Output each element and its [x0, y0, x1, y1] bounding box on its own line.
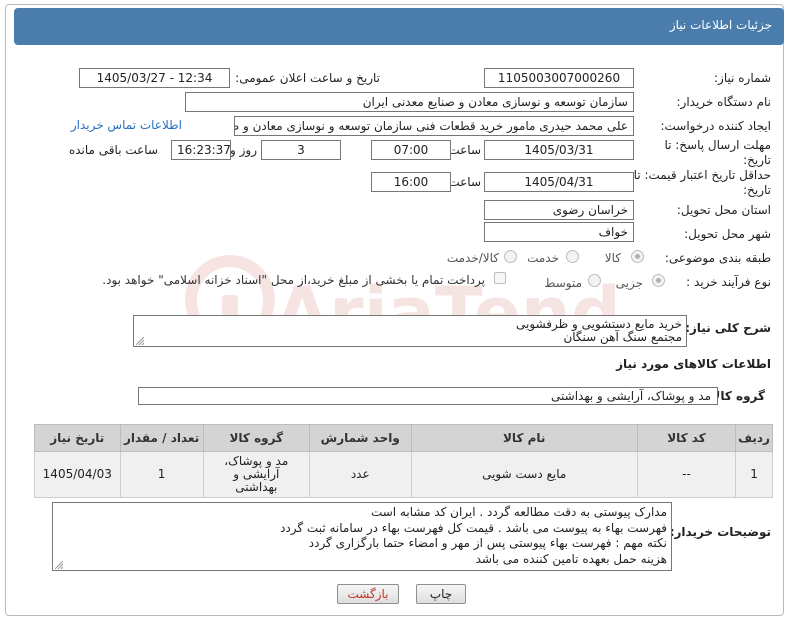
- buyer-note-line-3: نکته مهم : فهرست بهاء پیوستی پس از مهر و…: [308, 536, 667, 550]
- cell-qty: 1: [119, 451, 204, 498]
- need-number-field: 1105003007000260: [484, 68, 634, 88]
- process-medium-label: متوسط: [544, 276, 582, 290]
- page-title: جزئیات اطلاعات نیاز: [669, 18, 772, 32]
- back-button[interactable]: بازگشت: [337, 584, 399, 604]
- cell-name: مایع دست شویی: [410, 451, 638, 498]
- purchase-process-label: نوع فرآیند خرید :: [686, 275, 771, 289]
- reply-deadline-days: 3: [261, 140, 341, 160]
- buyer-notes-textarea[interactable]: مدارک پیوستی به دقت مطالعه گردد . ایران …: [52, 502, 672, 571]
- buyer-org-label: نام دستگاه خریدار:: [676, 95, 772, 109]
- remaining-time-label: ساعت باقی مانده: [68, 143, 158, 157]
- process-minor-label: جزیی: [615, 276, 643, 290]
- cell-code: --: [636, 451, 737, 498]
- cell-group: مد و پوشاک، آرایشی و بهداشتی: [202, 451, 310, 498]
- remaining-time-field: 16:23:37: [171, 140, 231, 160]
- buyer-org-field: سازمان توسعه و نوسازی معادن و صنایع معدن…: [185, 92, 634, 112]
- delivery-city-label: شهر محل تحویل:: [684, 227, 771, 241]
- requester-label: ایجاد کننده درخواست:: [660, 119, 771, 133]
- category-goods-service-label: کالا/خدمت: [446, 251, 499, 265]
- days-label: روز و: [230, 143, 257, 157]
- page-header: جزئیات اطلاعات نیاز: [14, 8, 784, 45]
- price-validity-label: حداقل تاریخ اعتبار قیمت: تا تاریخ:: [633, 168, 771, 197]
- price-validity-time-label: ساعت: [448, 175, 481, 189]
- cell-unit: عدد: [308, 451, 412, 498]
- col-header-name: نام کالا: [410, 424, 638, 452]
- goods-info-title: اطلاعات کالاهای مورد نیاز: [616, 357, 771, 371]
- cell-date: 1405/04/03: [34, 451, 121, 498]
- category-goods-radio[interactable]: [631, 250, 644, 263]
- buyer-note-line-4: هزینه حمل بعهده تامین کننده می باشد: [475, 551, 667, 566]
- reply-deadline-label: مهلت ارسال پاسخ: تا تاریخ:: [664, 138, 771, 167]
- col-header-unit: واحد شمارش: [308, 424, 412, 452]
- col-header-index: ردیف: [735, 424, 773, 452]
- print-button[interactable]: چاپ: [416, 584, 466, 604]
- table-row[interactable]: 1 -- مایع دست شویی عدد مد و پوشاک، آرایش…: [34, 451, 773, 498]
- goods-group-field: مد و پوشاک، آرایشی و بهداشتی: [138, 387, 718, 405]
- delivery-province-field: خراسان رضوی: [484, 200, 634, 220]
- cell-index: 1: [735, 451, 773, 498]
- goods-table: ردیف کد کالا نام کالا واحد شمارش گروه کا…: [34, 424, 773, 498]
- treasury-payment-checkbox[interactable]: [494, 272, 506, 284]
- reply-deadline-time-label: ساعت: [448, 143, 481, 157]
- buyer-note-line-2: فهرست بهاء به پیوست می باشد . قیمت کل فه…: [280, 520, 667, 535]
- category-goods-label: کالا: [604, 251, 621, 265]
- category-goods-service-radio[interactable]: [504, 250, 517, 263]
- cell-group-line-3: بهداشتی: [235, 480, 278, 494]
- delivery-city-field: خواف: [484, 222, 634, 242]
- price-validity-date: 1405/04/31: [484, 172, 634, 192]
- col-header-qty: تعداد / مقدار: [119, 424, 204, 452]
- col-header-date: تاریخ نیاز: [34, 424, 121, 452]
- table-header-row: ردیف کد کالا نام کالا واحد شمارش گروه کا…: [34, 424, 773, 452]
- subject-category-label: طبقه بندی موضوعی:: [664, 251, 771, 265]
- col-header-group: گروه کالا: [202, 424, 310, 452]
- process-medium-radio[interactable]: [588, 274, 601, 287]
- buyer-note-line-1: مدارک پیوستی به دقت مطالعه گردد . ایران …: [370, 505, 667, 519]
- treasury-payment-note: پرداخت تمام یا بخشی از مبلغ خرید،از محل …: [102, 273, 485, 287]
- category-service-radio[interactable]: [566, 250, 579, 263]
- category-service-label: خدمت: [527, 251, 559, 265]
- requester-field: علی محمد حیدری مامور خرید قطعات فنی سازم…: [234, 116, 634, 136]
- buyer-notes-label: توضیحات خریدار:: [669, 525, 771, 539]
- process-minor-radio[interactable]: [652, 274, 665, 287]
- delivery-province-label: استان محل تحویل:: [676, 203, 771, 217]
- buyer-contact-link[interactable]: اطلاعات تماس خریدار: [71, 118, 182, 132]
- announce-datetime-field: 1405/03/27 - 12:34: [79, 68, 230, 88]
- description-line-2: مجتمع سنگ آهن سنگان: [563, 330, 682, 344]
- announce-datetime-label: تاریخ و ساعت اعلان عمومی:: [235, 71, 380, 85]
- price-validity-time: 16:00: [371, 172, 451, 192]
- col-header-code: کد کالا: [636, 424, 737, 452]
- resize-grip-icon[interactable]: [55, 561, 63, 569]
- description-label: شرح کلی نیاز:: [685, 321, 771, 335]
- reply-deadline-date: 1405/03/31: [484, 140, 634, 160]
- reply-deadline-time: 07:00: [371, 140, 451, 160]
- need-number-label: شماره نیاز:: [714, 71, 771, 85]
- description-textarea[interactable]: خرید مایع دستشویی و ظرفشویی مجتمع سنگ آه…: [133, 315, 687, 347]
- resize-grip-icon[interactable]: [136, 337, 144, 345]
